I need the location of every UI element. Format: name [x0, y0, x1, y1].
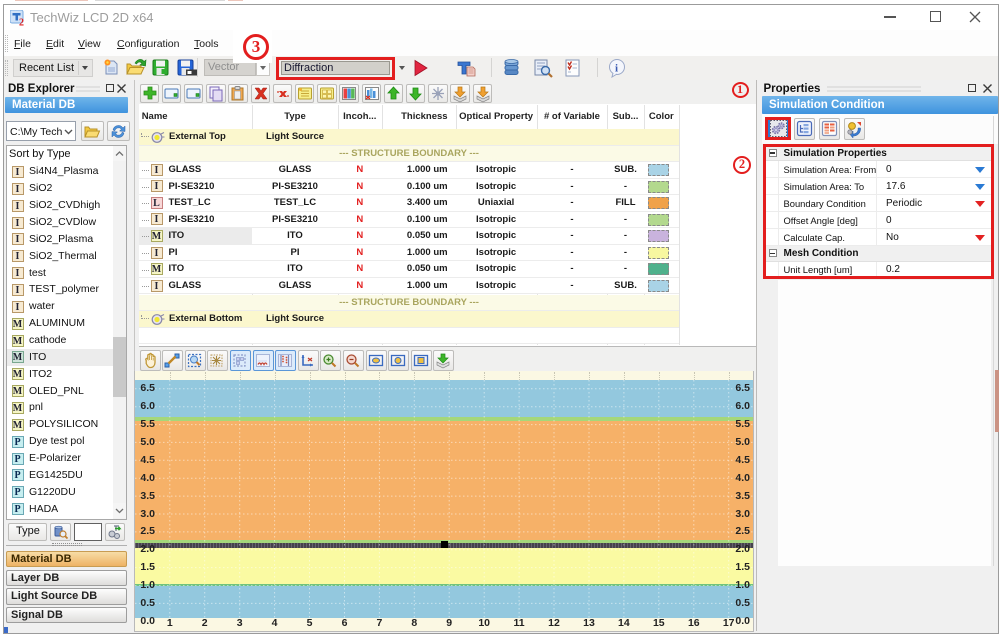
svg-text:i: i	[615, 63, 618, 75]
svg-text:2: 2	[19, 18, 24, 27]
